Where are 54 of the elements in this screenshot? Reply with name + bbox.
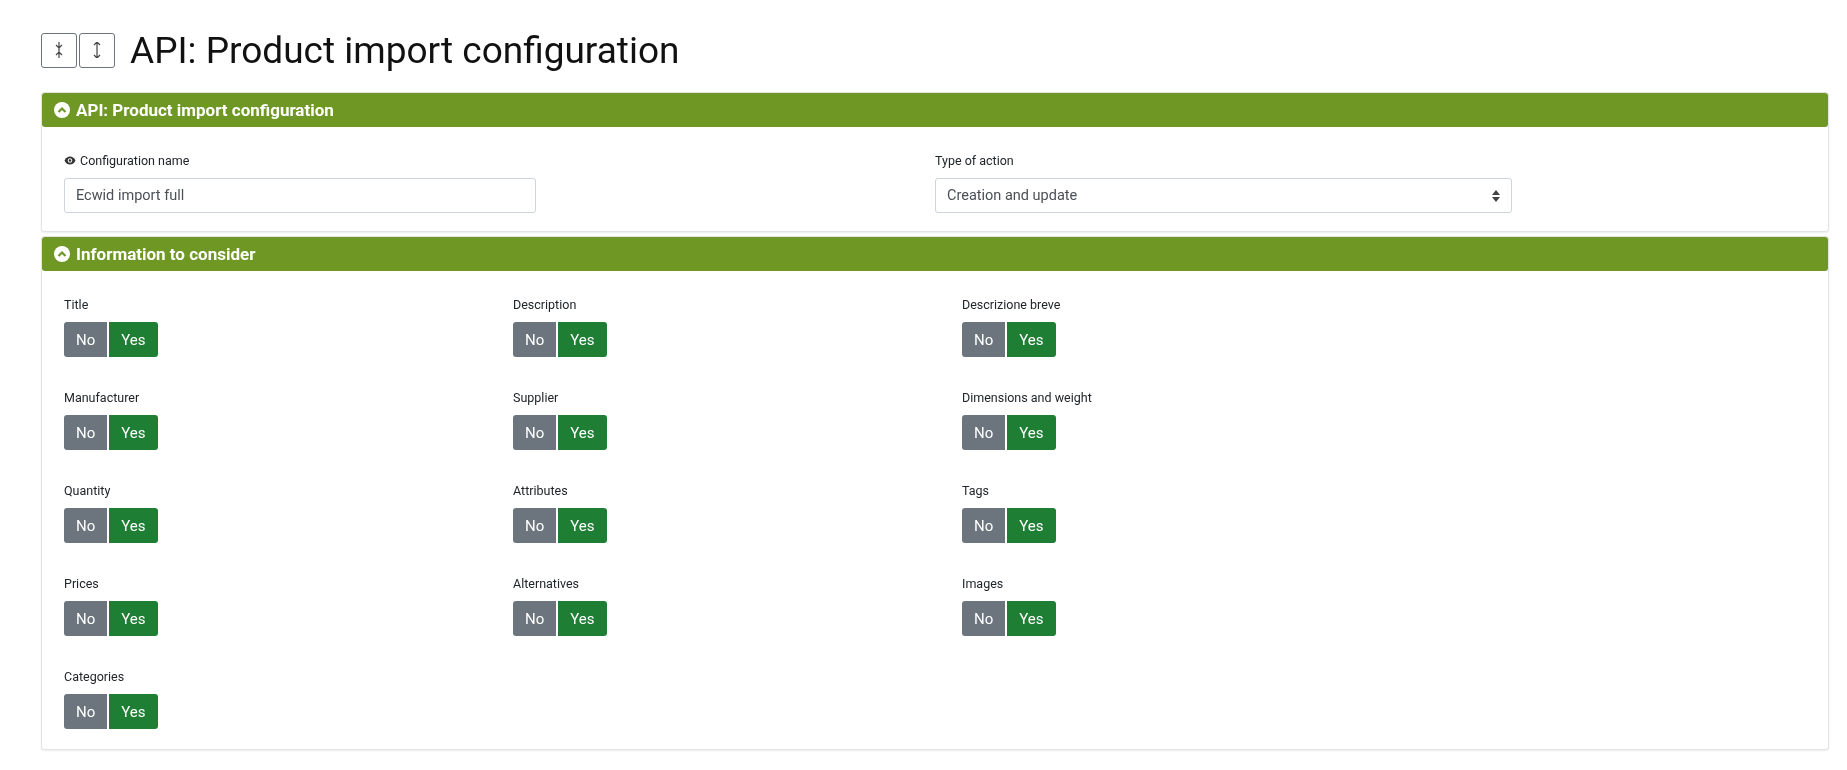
option-label: Quantity	[64, 483, 112, 498]
option-label: Title	[64, 297, 90, 312]
option-label: Dimensions and weight	[962, 390, 1093, 405]
toggle-option-button[interactable]: Yes	[109, 694, 158, 729]
option-label: Manufacturer	[64, 390, 141, 405]
text-input[interactable]: Ecwid import full	[64, 178, 536, 213]
section-header[interactable]: Information to consider	[42, 237, 1828, 271]
toggle-option-button[interactable]: Yes	[109, 601, 158, 636]
expand-all-button[interactable]	[79, 32, 115, 68]
collapse-arrows-icon	[55, 42, 63, 58]
sort-caret-icon	[1492, 189, 1500, 202]
toggle-option-button[interactable]: Yes	[558, 508, 607, 543]
toggle-option-button[interactable]: No	[513, 601, 557, 636]
toggle-option-button[interactable]: Yes	[109, 508, 158, 543]
option-label: Description	[513, 297, 578, 312]
toggle-option-button[interactable]: Yes	[1007, 415, 1056, 450]
toggle-option-button[interactable]: No	[64, 508, 108, 543]
chevron-circle-icon	[54, 246, 70, 262]
toggle-option-button[interactable]: No	[64, 415, 108, 450]
field-label: Configuration name	[80, 153, 190, 168]
page-title: API: Product import configuration	[130, 28, 680, 72]
eye-icon	[64, 156, 76, 165]
toggle-option-button[interactable]: No	[962, 508, 1006, 543]
toggle-option-button[interactable]: Yes	[558, 322, 607, 357]
option-label: Supplier	[513, 390, 560, 405]
expand-arrows-icon	[93, 42, 101, 58]
toggle-option-button[interactable]: No	[513, 415, 557, 450]
option-label: Descrizione breve	[962, 297, 1062, 312]
section-header[interactable]: API: Product import configuration	[42, 93, 1828, 127]
option-label: Tags	[962, 483, 991, 498]
chevron-circle-icon	[54, 102, 70, 118]
option-label: Categories	[64, 669, 126, 684]
toggle-option-button[interactable]: Yes	[1007, 508, 1056, 543]
toggle-option-button[interactable]: Yes	[109, 415, 158, 450]
toggle-option-button[interactable]: Yes	[558, 415, 607, 450]
toggle-option-button[interactable]: No	[962, 322, 1006, 357]
toggle-option-button[interactable]: No	[64, 322, 108, 357]
option-label: Attributes	[513, 483, 569, 498]
option-label: Prices	[64, 576, 100, 591]
collapse-all-button[interactable]	[41, 32, 77, 68]
toggle-option-button[interactable]: No	[513, 508, 557, 543]
toggle-option-button[interactable]: No	[962, 601, 1006, 636]
toggle-option-button[interactable]: No	[64, 694, 108, 729]
toggle-option-button[interactable]: Yes	[109, 322, 158, 357]
field-label: Type of action	[935, 153, 1014, 168]
toggle-option-button[interactable]: Yes	[1007, 601, 1056, 636]
option-label: Images	[962, 576, 1005, 591]
toggle-option-button[interactable]: No	[64, 601, 108, 636]
toggle-option-button[interactable]: No	[513, 322, 557, 357]
toggle-option-button[interactable]: No	[962, 415, 1006, 450]
select-dropdown[interactable]: Creation and update	[935, 178, 1512, 213]
toggle-option-button[interactable]: Yes	[1007, 322, 1056, 357]
toggle-option-button[interactable]: Yes	[558, 601, 607, 636]
option-label: Alternatives	[513, 576, 581, 591]
